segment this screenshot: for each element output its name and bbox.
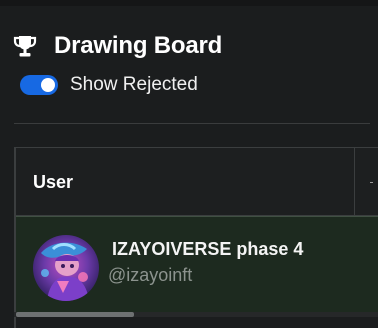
show-rejected-filter: Show Rejected — [20, 72, 198, 98]
show-rejected-label: Show Rejected — [70, 74, 198, 95]
table-header-row: User — [16, 148, 378, 216]
column-header-next — [370, 182, 373, 183]
user-table: User IZAYOIVERSE phase 4 @izayoinft — [14, 147, 378, 328]
user-name[interactable]: IZAYOIVERSE phase 4 — [112, 239, 303, 260]
user-handle: @izayoinft — [108, 265, 193, 285]
avatar[interactable] — [33, 235, 99, 301]
page-title: Drawing Board — [54, 32, 223, 59]
column-header-user[interactable]: User — [33, 172, 73, 193]
show-rejected-toggle[interactable] — [20, 75, 58, 95]
top-edge-bar — [0, 0, 378, 6]
column-divider — [354, 148, 355, 216]
drawing-board-panel: Drawing Board Show Rejected User IZAYOIV… — [0, 0, 378, 328]
section-divider — [14, 123, 370, 124]
horizontal-scrollbar[interactable] — [14, 312, 378, 317]
table-row[interactable]: IZAYOIVERSE phase 4 @izayoinft — [16, 216, 378, 316]
board-header: Drawing Board — [12, 28, 222, 64]
toggle-knob — [41, 78, 55, 92]
scrollbar-thumb[interactable] — [16, 312, 134, 317]
trophy-icon — [12, 31, 42, 61]
